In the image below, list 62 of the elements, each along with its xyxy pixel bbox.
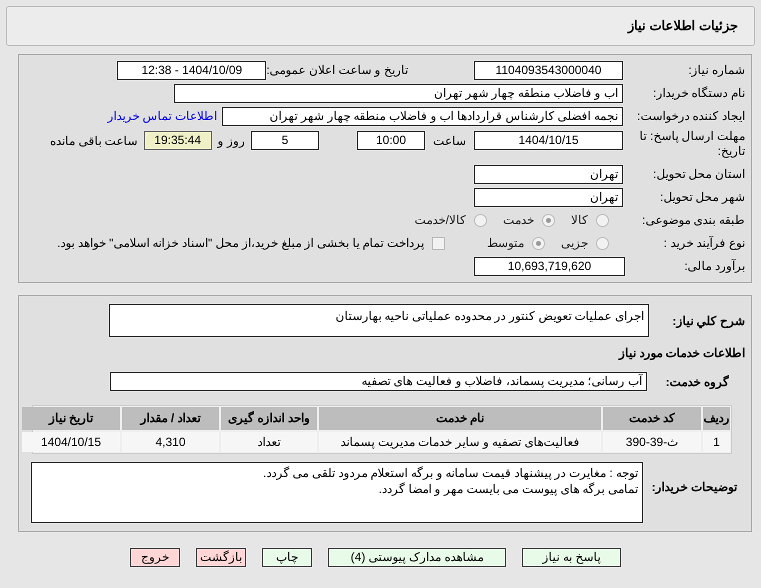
action-button[interactable]: بازگشت bbox=[196, 548, 246, 567]
checkbox[interactable] bbox=[432, 236, 445, 250]
text-area[interactable]: توجه : مغایرت در پیشنهاد قیمت سامانه و برگه استعلام مردود تلقی می گردد. تمامی برگه های پیوست می بایست مهر و امضا گردد. bbox=[31, 462, 643, 523]
column-header: ردیف bbox=[703, 407, 730, 430]
field-label: طبقه بندی موضوعی: bbox=[640, 212, 746, 229]
option-label: کالا bbox=[571, 212, 588, 229]
field-label: ایجاد کننده درخواست: bbox=[636, 108, 746, 125]
action-button[interactable]: پاسخ به نیاز bbox=[522, 548, 621, 567]
option-label: متوسط bbox=[487, 235, 524, 252]
field-label: توضیحات خریدار: bbox=[650, 479, 738, 495]
table-cell: تعداد bbox=[221, 432, 317, 452]
field-label: شرح کلي نياز: bbox=[671, 313, 746, 330]
page-title: جزئیات اطلاعات نیاز bbox=[628, 17, 738, 36]
field-label: گروه خدمت: bbox=[664, 374, 730, 390]
contact-link[interactable]: اطلاعات تماس خریدار bbox=[107, 107, 217, 125]
table-cell: ث-39-390 bbox=[603, 432, 701, 452]
input-field[interactable]: 10:00 bbox=[357, 131, 425, 150]
input-field[interactable]: آب رسانی؛ مدیریت پسماند، فاضلاب و فعالیت های تصفیه bbox=[110, 372, 647, 391]
input-field[interactable]: 10,693,719,620 bbox=[474, 256, 625, 276]
input-field[interactable]: اب و فاضلاب منطقه چهار شهر تهران bbox=[174, 84, 623, 102]
input-field[interactable]: نجمه افضلی کارشناس قراردادها اب و فاضلاب منطقه چهار شهر تهران bbox=[222, 106, 623, 126]
field-label: ساعت باقی مانده bbox=[50, 133, 138, 150]
table-cell: 4,310 bbox=[122, 432, 219, 452]
field-label: شهر محل تحویل: bbox=[658, 189, 746, 206]
field-label: مهلت ارسال پاسخ: تا تاریخ: bbox=[638, 129, 746, 159]
text-area[interactable]: اجرای عملیات تعویض کنتور در محدوده عملیاتی ناحیه بهارستان bbox=[109, 304, 649, 337]
column-header: تاریخ نیاز bbox=[22, 407, 120, 430]
column-header: تعداد / مقدار bbox=[122, 407, 219, 430]
table-cell: 1 bbox=[703, 432, 730, 452]
checkbox-label: پرداخت تمام یا بخشی از مبلغ خرید،از محل "اسناد خزانه اسلامی" خواهد بود. bbox=[57, 235, 424, 252]
field-label: نوع فرآیند خرید : bbox=[662, 235, 746, 252]
field-label: تاریخ و ساعت اعلان عمومی: bbox=[266, 62, 409, 79]
input-field[interactable]: تهران bbox=[474, 164, 623, 184]
radio-button[interactable] bbox=[596, 236, 609, 250]
action-button[interactable]: چاپ bbox=[262, 548, 312, 567]
table-cell: فعالیت‌های تصفیه و سایر خدمات مدیریت پسماند bbox=[319, 432, 601, 452]
radio-button[interactable] bbox=[542, 214, 555, 226]
field-label: روز و bbox=[218, 133, 245, 150]
column-header: کد خدمت bbox=[603, 407, 701, 430]
section-heading: اطلاعات خدمات مورد نیاز bbox=[618, 345, 746, 362]
field-label: ساعت bbox=[433, 133, 466, 150]
field-label: استان محل تحویل: bbox=[652, 166, 746, 183]
table-cell: 1404/10/15 bbox=[22, 432, 120, 452]
input-field[interactable]: 1404/10/15 bbox=[474, 131, 623, 150]
action-button[interactable]: خروج bbox=[130, 548, 180, 567]
countdown-timer: 19:35:44 bbox=[144, 131, 212, 150]
input-field[interactable]: 5 bbox=[251, 131, 319, 150]
field-label: برآورد مالی: bbox=[683, 258, 746, 275]
option-label: کالا/خدمت bbox=[414, 212, 466, 229]
radio-button[interactable] bbox=[596, 214, 609, 226]
column-header: واحد اندازه گیری bbox=[221, 407, 317, 430]
column-header: نام خدمت bbox=[319, 407, 601, 430]
action-button[interactable]: مشاهده مدارک پیوستی (4) bbox=[328, 548, 506, 567]
option-label: خدمت bbox=[503, 212, 534, 229]
field-label: نام دستگاه خریدار: bbox=[652, 85, 746, 102]
option-label: جزیی bbox=[561, 235, 588, 252]
input-field[interactable]: تهران bbox=[474, 188, 623, 206]
field-label: شماره نیاز: bbox=[687, 62, 746, 79]
radio-button[interactable] bbox=[532, 236, 545, 250]
radio-button[interactable] bbox=[474, 214, 487, 226]
input-field[interactable]: 1404/10/09 - 12:38 bbox=[117, 60, 266, 80]
input-field[interactable]: 1104093543000040 bbox=[474, 60, 623, 80]
